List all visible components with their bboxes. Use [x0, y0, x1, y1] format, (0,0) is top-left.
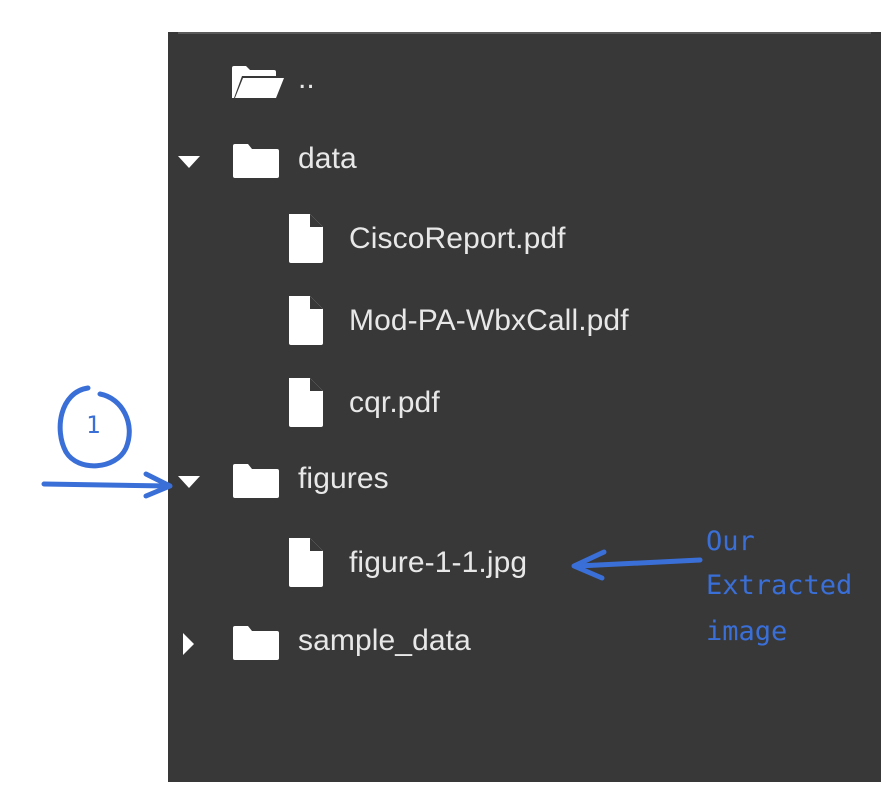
annotation-overlay — [41, 385, 703, 581]
annotation-arrow-line — [575, 557, 703, 569]
annotation-note-line: Extracted — [706, 570, 853, 601]
annotation-arrow-line — [41, 481, 171, 489]
annotation-step-number: 1 — [86, 411, 101, 439]
annotation-note-line: Our — [706, 526, 755, 557]
annotation-note-line: image — [706, 616, 788, 647]
